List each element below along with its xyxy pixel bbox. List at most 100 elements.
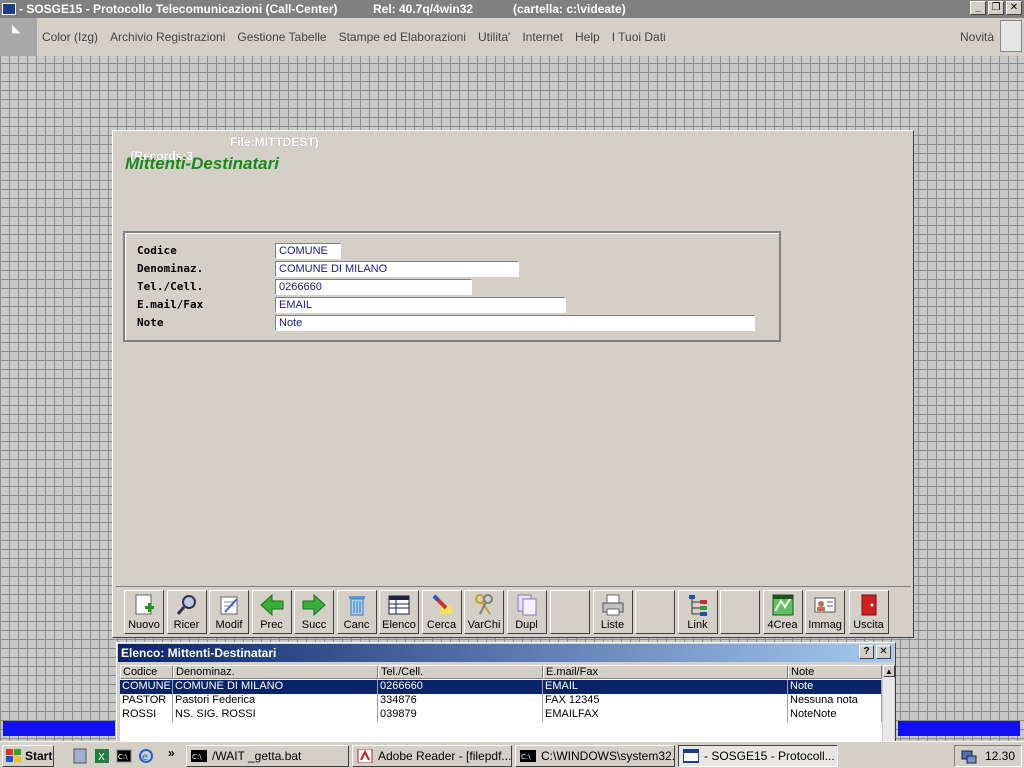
system-menu-button[interactable]: ◣ [0, 18, 37, 56]
progress-bar-left [3, 721, 115, 736]
field-label: Note [137, 316, 164, 329]
svg-text:C:\: C:\ [192, 753, 202, 761]
grid-scrollbar[interactable]: ▲ [882, 665, 895, 743]
table-row[interactable]: COMUNE COMUNE DI MILANO 0266660 EMAIL No… [120, 680, 882, 694]
svg-text:e: e [142, 752, 148, 763]
menu-color[interactable]: Color (Izg) [42, 30, 98, 44]
cerca-button[interactable]: Cerca [421, 590, 462, 634]
form-title: Mittenti-Destinatari [125, 154, 279, 173]
grid-header: Codice Denominaz. Tel./Cell. E.mail/Fax … [120, 665, 882, 679]
duplicate-icon [514, 593, 540, 617]
window-folder: (cartella: c:\videate) [513, 2, 626, 16]
empty-toolbar-button[interactable] [635, 590, 675, 634]
email-fax-input[interactable]: EMAIL [275, 297, 566, 313]
close-button[interactable]: ✕ [1006, 1, 1022, 15]
elenco-button[interactable]: Elenco [379, 590, 419, 634]
menu-internet[interactable]: Internet [522, 30, 563, 44]
network-icon[interactable] [961, 748, 977, 764]
cancella-button[interactable]: Canc [336, 590, 377, 634]
codice-input[interactable]: COMUNE [275, 243, 341, 259]
liste-button[interactable]: Liste [592, 590, 633, 634]
main-form-window: (Records:3 File:MITTDEST) Mittenti-Desti… [112, 130, 914, 638]
scroll-up-icon[interactable]: ▲ [883, 665, 895, 677]
table-row[interactable]: PASTOR Pastori Federica 334876 FAX 12345… [120, 694, 882, 708]
menu-utilita[interactable]: Utilita' [478, 30, 510, 44]
denominazione-input[interactable]: COMUNE DI MILANO [275, 261, 519, 277]
arrow-left-icon [259, 593, 285, 617]
app-window-icon [683, 749, 699, 763]
table-row[interactable]: ROSSI NS. SIG. ROSSI 039879 EMAILFAX Not… [120, 708, 882, 722]
duplica-button[interactable]: Dupl [506, 590, 547, 634]
field-label: E.mail/Fax [137, 298, 204, 311]
task-command-prompt[interactable]: C:\ C:\WINDOWS\system32.... [515, 745, 675, 767]
restore-button[interactable]: ❐ [988, 1, 1004, 15]
app-icon[interactable] [2, 3, 16, 15]
highlighter-icon [429, 593, 455, 617]
menu-archivio[interactable]: Archivio Registrazioni [110, 30, 225, 44]
excel-icon[interactable]: X [94, 748, 110, 764]
column-header[interactable]: E.mail/Fax [543, 665, 788, 679]
precedente-button[interactable]: Prec [251, 590, 292, 634]
empty-toolbar-button[interactable] [720, 590, 760, 634]
menu-gestione-tabelle[interactable]: Gestione Tabelle [237, 30, 326, 44]
help-button[interactable]: ? [859, 645, 874, 659]
side-tab[interactable] [1000, 20, 1022, 52]
task-adobe-reader[interactable]: Adobe Reader - [filepdf.... [352, 745, 512, 767]
column-header[interactable]: Note [788, 665, 882, 679]
link-button[interactable]: Link [677, 590, 718, 634]
minimize-button[interactable]: _ [970, 1, 986, 15]
telefono-input[interactable]: 0266660 [275, 279, 472, 295]
taskbar: Start X C:\ e » C:\ /WAIT _getta.bat Ado… [0, 741, 1024, 768]
column-header[interactable]: Denominaz. [173, 665, 378, 679]
windows-logo-icon [6, 749, 21, 762]
4crea-button[interactable]: 4Crea [762, 590, 803, 634]
nuovo-button[interactable]: Nuovo [124, 590, 164, 634]
command-prompt-icon[interactable]: C:\ [116, 748, 132, 764]
command-prompt-icon: C:\ [520, 750, 536, 762]
menu-novita[interactable]: Novità [960, 30, 994, 44]
svg-text:X: X [98, 752, 105, 763]
magnifier-icon [174, 593, 200, 617]
file-name: File:MITTDEST) [230, 135, 319, 149]
ricerca-button[interactable]: Ricer [166, 590, 207, 634]
arrow-right-icon [301, 593, 327, 617]
trash-icon [344, 593, 370, 617]
quicklaunch-more[interactable]: » [168, 746, 175, 760]
tree-link-icon [685, 593, 711, 617]
window-release: Rel: 40.7q/4win32 [373, 2, 474, 16]
id-card-icon [812, 593, 838, 617]
menu-stampe[interactable]: Stampe ed Elaborazioni [339, 30, 466, 44]
keys-icon [471, 593, 497, 617]
printer-icon [600, 593, 626, 617]
adobe-reader-icon [357, 749, 373, 763]
field-label: Denominaz. [137, 262, 204, 275]
new-document-icon [131, 593, 157, 617]
empty-toolbar-button[interactable] [550, 590, 590, 634]
column-header[interactable]: Codice [120, 665, 173, 679]
create-chart-icon [770, 593, 796, 617]
successivo-button[interactable]: Succ [294, 590, 334, 634]
varchi-button[interactable]: VarChi [464, 590, 504, 634]
column-header[interactable]: Tel./Cell. [378, 665, 543, 679]
list-title: Elenco: Mittenti-Destinatari [118, 644, 894, 662]
action-toolbar: Nuovo Ricer Modif Prec Succ Canc Elenco [116, 586, 911, 636]
list-close-button[interactable]: ✕ [876, 645, 891, 659]
edit-document-icon [216, 593, 242, 617]
progress-bar-right [898, 721, 1020, 736]
menu-help[interactable]: Help [575, 30, 600, 44]
menu-tuoi-dati[interactable]: I Tuoi Dati [612, 30, 666, 44]
list-window: Elenco: Mittenti-Destinatari ? ✕ Codice … [116, 642, 896, 743]
modifica-button[interactable]: Modif [209, 590, 249, 634]
immagine-button[interactable]: Immag [805, 590, 845, 634]
records-grid: Codice Denominaz. Tel./Cell. E.mail/Fax … [120, 665, 882, 743]
start-button[interactable]: Start [2, 745, 54, 767]
uscita-button[interactable]: Uscita [848, 590, 889, 634]
svg-text:C:\: C:\ [118, 753, 128, 761]
table-list-icon [386, 593, 412, 617]
desktop-icon[interactable] [72, 748, 88, 764]
task-wait-getta[interactable]: C:\ /WAIT _getta.bat [186, 745, 349, 767]
internet-explorer-icon[interactable]: e [138, 748, 154, 764]
note-input[interactable]: Note [275, 315, 755, 331]
clock[interactable]: 12.30 [985, 749, 1015, 763]
task-sosge15[interactable]: - SOSGE15 - Protocoll... [678, 745, 838, 767]
